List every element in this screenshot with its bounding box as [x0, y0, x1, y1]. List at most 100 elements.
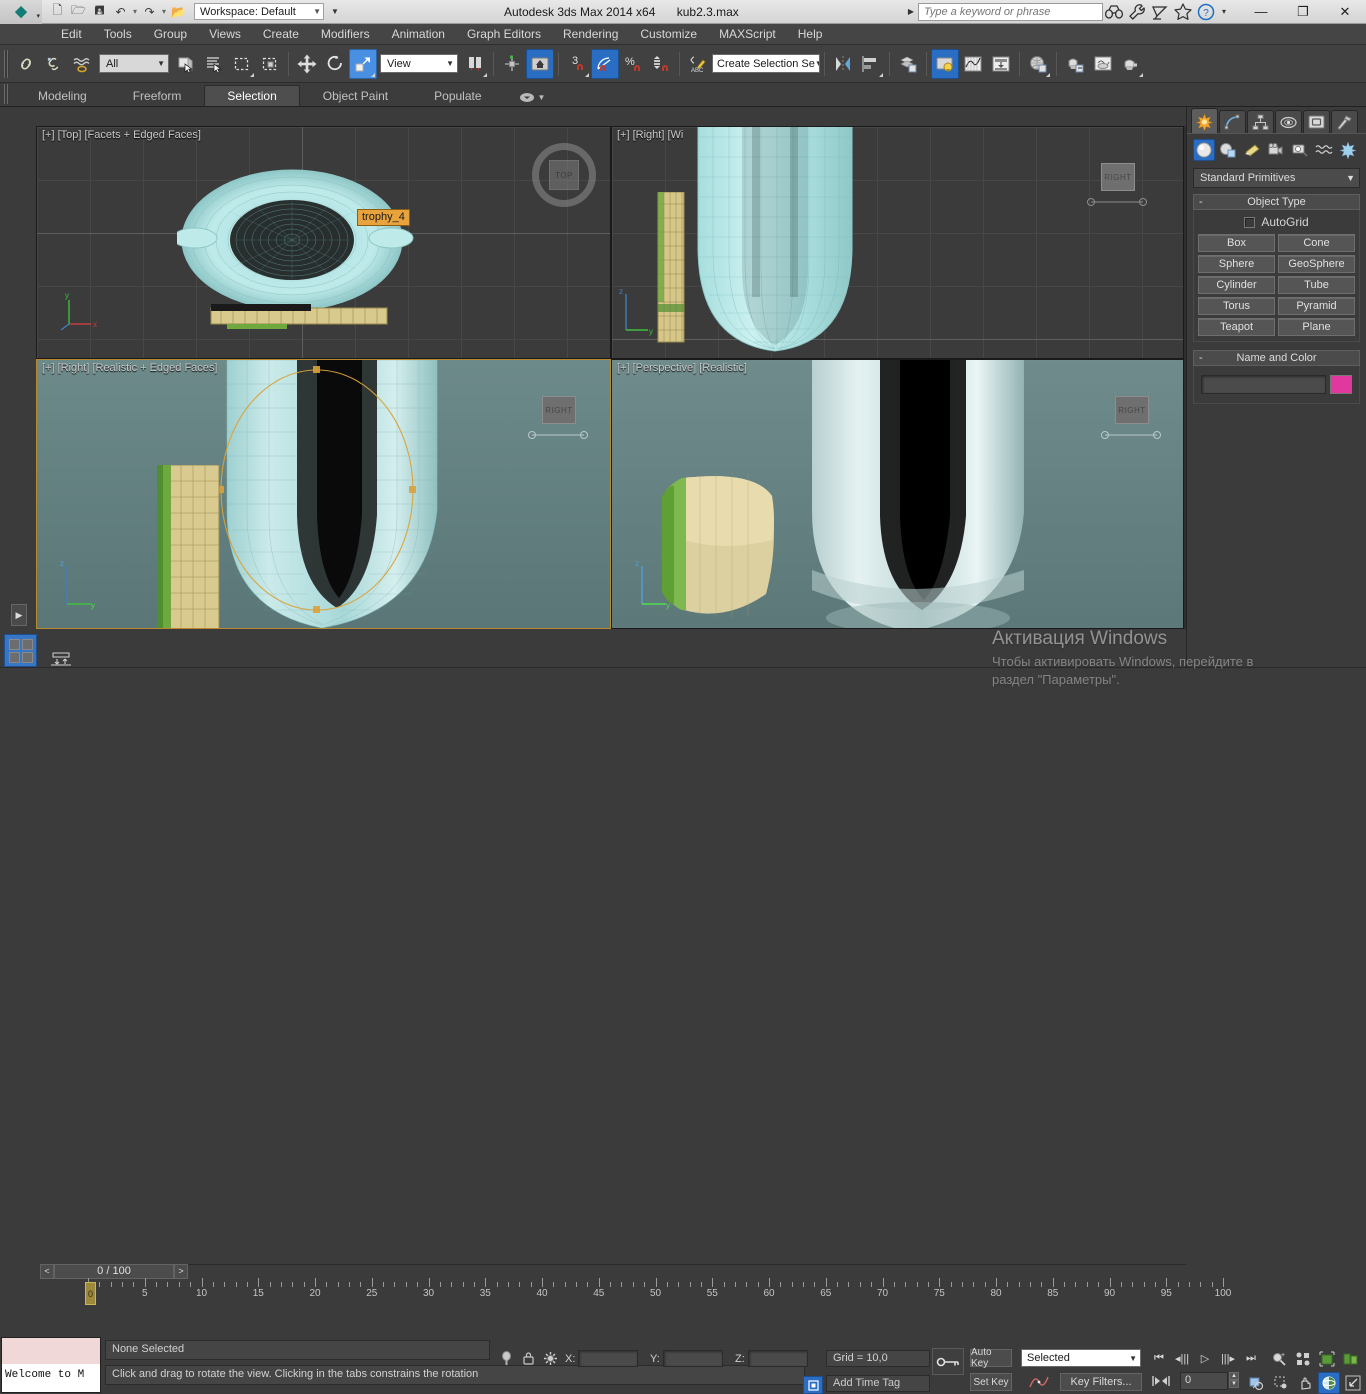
tab-object-paint[interactable]: Object Paint	[300, 85, 411, 106]
set-key-button[interactable]: Set Key	[970, 1373, 1012, 1391]
create-plane-button[interactable]: Plane	[1278, 318, 1355, 336]
menu-create[interactable]: Create	[252, 24, 310, 45]
z-input[interactable]	[748, 1350, 808, 1367]
auto-key-button[interactable]: Auto Key	[970, 1349, 1012, 1367]
tab-populate[interactable]: Populate	[411, 85, 504, 106]
light-explorer-icon[interactable]	[931, 49, 959, 79]
search-box[interactable]	[918, 3, 1103, 21]
object-type-header[interactable]: - Object Type	[1193, 194, 1360, 210]
cp-tab-display[interactable]	[1303, 110, 1330, 133]
infocenter-expand-icon[interactable]: ▶	[904, 7, 918, 16]
create-sphere-button[interactable]: Sphere	[1198, 255, 1275, 273]
menu-edit[interactable]: Edit	[50, 24, 93, 45]
listener-pink-area[interactable]	[2, 1338, 100, 1364]
select-and-place-icon[interactable]	[526, 49, 554, 79]
unlink-selection-icon[interactable]	[40, 49, 68, 79]
viewport-perspective[interactable]: [+] [Perspective] [Realistic] RIGHT	[611, 359, 1184, 629]
tab-freeform[interactable]: Freeform	[110, 85, 205, 106]
pan-view-icon[interactable]	[1294, 1372, 1316, 1394]
subtab-lights[interactable]	[1241, 139, 1263, 161]
reference-coordinate-system-dropdown[interactable]: View ▼	[380, 54, 458, 73]
key-mode-toggle-icon[interactable]	[46, 650, 76, 667]
y-coordinate-field[interactable]: Y:	[650, 1350, 723, 1367]
curve-editor-icon[interactable]	[959, 49, 987, 79]
create-box-button[interactable]: Box	[1198, 234, 1275, 252]
schematic-view-icon[interactable]	[987, 49, 1015, 79]
menu-rendering[interactable]: Rendering	[552, 24, 629, 45]
ribbon-grip[interactable]	[4, 84, 9, 104]
listener-output[interactable]: Welcome to M	[2, 1364, 100, 1392]
object-color-swatch[interactable]	[1330, 375, 1352, 394]
use-pivot-point-center-icon[interactable]	[461, 49, 489, 79]
help-icon[interactable]: ?	[1195, 2, 1218, 22]
menu-views[interactable]: Views	[198, 24, 252, 45]
viewport-layout-button[interactable]	[4, 634, 37, 667]
spinner-snap-toggle-icon[interactable]	[647, 49, 675, 79]
spinner-up-icon[interactable]: ▲	[1229, 1372, 1239, 1380]
bind-to-space-warp-icon[interactable]	[68, 49, 96, 79]
percent-snap-toggle-icon[interactable]: %	[619, 49, 647, 79]
cp-tab-motion[interactable]	[1275, 110, 1302, 133]
tab-modeling[interactable]: Modeling	[15, 85, 110, 106]
key-mode-dropdown[interactable]: Selected ▼	[1021, 1349, 1141, 1367]
viewport-label-right-realistic[interactable]: [+] [Right] [Realistic + Edged Faces]	[42, 362, 217, 374]
use-selection-center-icon[interactable]	[498, 49, 526, 79]
track-bar-strip[interactable]	[82, 1258, 1186, 1265]
menu-tools[interactable]: Tools	[93, 24, 143, 45]
next-frame-button[interactable]: >	[174, 1264, 188, 1279]
time-tag-toggle-icon[interactable]	[803, 1376, 823, 1394]
align-icon[interactable]	[857, 49, 885, 79]
x-input[interactable]	[578, 1350, 638, 1367]
viewport-top[interactable]: [+] [Top] [Facets + Edged Faces] TOP	[36, 126, 611, 359]
subtab-helpers[interactable]	[1289, 139, 1311, 161]
help-dropdown-icon[interactable]: ▾	[1218, 7, 1230, 16]
menu-group[interactable]: Group	[143, 24, 198, 45]
layer-explorer-icon[interactable]	[894, 49, 922, 79]
primitive-category-dropdown[interactable]: Standard Primitives ▼	[1193, 168, 1360, 188]
render-setup-icon[interactable]	[1061, 49, 1089, 79]
menu-help[interactable]: Help	[787, 24, 834, 45]
app-logo-button[interactable]: ◆ ▾	[0, 0, 42, 24]
binoculars-icon[interactable]	[1103, 2, 1126, 22]
viewport-right-realistic[interactable]: [+] [Right] [Realistic + Edged Faces] RI…	[36, 359, 611, 629]
select-and-scale-icon[interactable]	[349, 49, 377, 79]
menu-customize[interactable]: Customize	[629, 24, 708, 45]
create-cone-button[interactable]: Cone	[1278, 234, 1355, 252]
set-key-mode-button[interactable]	[932, 1348, 964, 1375]
orbit-view-icon[interactable]	[1318, 1372, 1340, 1394]
z-coordinate-field[interactable]: Z:	[735, 1350, 808, 1367]
select-and-move-icon[interactable]	[293, 49, 321, 79]
key-filters-button[interactable]: Key Filters...	[1060, 1373, 1142, 1391]
viewcube-top[interactable]: TOP	[528, 139, 600, 211]
time-slider-handle[interactable]: 0	[85, 1282, 96, 1305]
named-selection-set-input[interactable]: Create Selection Se ▼	[712, 54, 820, 73]
zoom-all-icon[interactable]	[1292, 1348, 1314, 1370]
zoom-extents-icon[interactable]	[1316, 1348, 1338, 1370]
redo-icon[interactable]: ↷	[140, 2, 159, 21]
menu-graph-editors[interactable]: Graph Editors	[456, 24, 552, 45]
minimize-button[interactable]: —	[1240, 0, 1282, 24]
rectangular-selection-region-icon[interactable]	[228, 49, 256, 79]
material-editor-icon[interactable]	[1024, 49, 1052, 79]
new-file-icon[interactable]: 🗋	[48, 2, 67, 21]
viewport-label-right-wire[interactable]: [+] [Right] [Wi	[617, 129, 683, 141]
favorites-star-icon[interactable]	[1172, 2, 1195, 22]
default-in-out-tangents-icon[interactable]	[1025, 1371, 1053, 1393]
name-and-color-header[interactable]: - Name and Color	[1193, 350, 1360, 366]
create-pyramid-button[interactable]: Pyramid	[1278, 297, 1355, 315]
add-time-tag-button[interactable]: Add Time Tag	[826, 1375, 930, 1392]
cp-tab-utilities[interactable]	[1331, 110, 1358, 133]
timeline-ruler[interactable]: 5101520253035404550556065707580859095100	[82, 1281, 1186, 1296]
qat-more-icon[interactable]: ▼	[331, 7, 339, 16]
workspace-selector[interactable]: Workspace: Default ▼	[194, 3, 324, 20]
undo-dropdown-icon[interactable]: ▾	[132, 7, 138, 16]
maxscript-mini-listener[interactable]: Welcome to M	[1, 1337, 101, 1393]
lock-selection-icon[interactable]	[520, 1350, 536, 1367]
cp-tab-create[interactable]	[1191, 108, 1218, 133]
ribbon-minimize-control[interactable]: ▼	[505, 92, 556, 106]
y-input[interactable]	[663, 1350, 723, 1367]
create-cylinder-button[interactable]: Cylinder	[1198, 276, 1275, 294]
select-object-icon[interactable]	[172, 49, 200, 79]
frame-spinner[interactable]: ▲ ▼	[1229, 1372, 1239, 1390]
x-coordinate-field[interactable]: X:	[565, 1350, 638, 1367]
